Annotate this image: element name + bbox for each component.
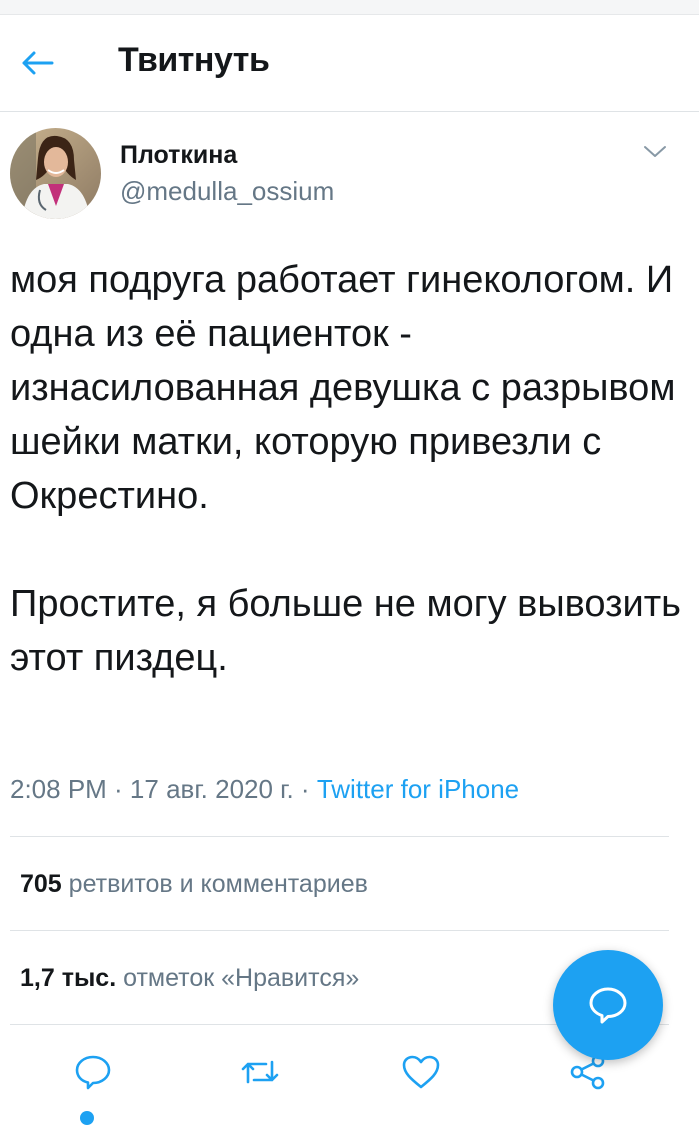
- retweets-count: 705: [20, 870, 62, 898]
- tweet-source-link[interactable]: Twitter for iPhone: [317, 774, 519, 804]
- nav-indicator: [80, 1111, 94, 1125]
- like-icon: [402, 1055, 440, 1089]
- retweets-stat[interactable]: 705 ретвитов и комментариев: [20, 870, 368, 899]
- divider: [10, 930, 669, 931]
- tweet-menu-button[interactable]: [638, 138, 672, 166]
- chevron-down-icon: [644, 146, 666, 157]
- tweet-timestamp: 2:08 PM · 17 авг. 2020 г. ·: [10, 774, 317, 804]
- back-button[interactable]: [14, 43, 60, 83]
- compose-reply-button[interactable]: [553, 950, 663, 1060]
- arrow-left-icon: [22, 51, 54, 75]
- likes-label: отметок «Нравится»: [123, 964, 360, 992]
- retweet-icon: [241, 1060, 279, 1084]
- author-name[interactable]: Плоткина: [120, 141, 237, 170]
- reply-icon: [75, 1055, 111, 1090]
- retweets-label: ретвитов и комментариев: [68, 870, 368, 898]
- reply-button[interactable]: [70, 1050, 116, 1094]
- compose-reply-icon: [589, 987, 627, 1024]
- retweet-button[interactable]: [237, 1050, 283, 1094]
- like-button[interactable]: [398, 1050, 444, 1094]
- tweet-text: моя подруга работает гинекологом. И одна…: [10, 259, 681, 679]
- avatar-photo: [10, 128, 101, 219]
- top-bar: Твитнуть: [0, 15, 699, 112]
- status-strip: [0, 0, 699, 15]
- author-handle[interactable]: @medulla_ossium: [120, 176, 334, 207]
- page-title: Твитнуть: [118, 41, 270, 79]
- tweet-meta: 2:08 PM · 17 авг. 2020 г. · Twitter for …: [10, 774, 519, 805]
- likes-stat[interactable]: 1,7 тыс. отметок «Нравится»: [20, 964, 359, 993]
- avatar[interactable]: [10, 128, 101, 219]
- divider: [10, 836, 669, 837]
- likes-count: 1,7 тыс.: [20, 964, 117, 992]
